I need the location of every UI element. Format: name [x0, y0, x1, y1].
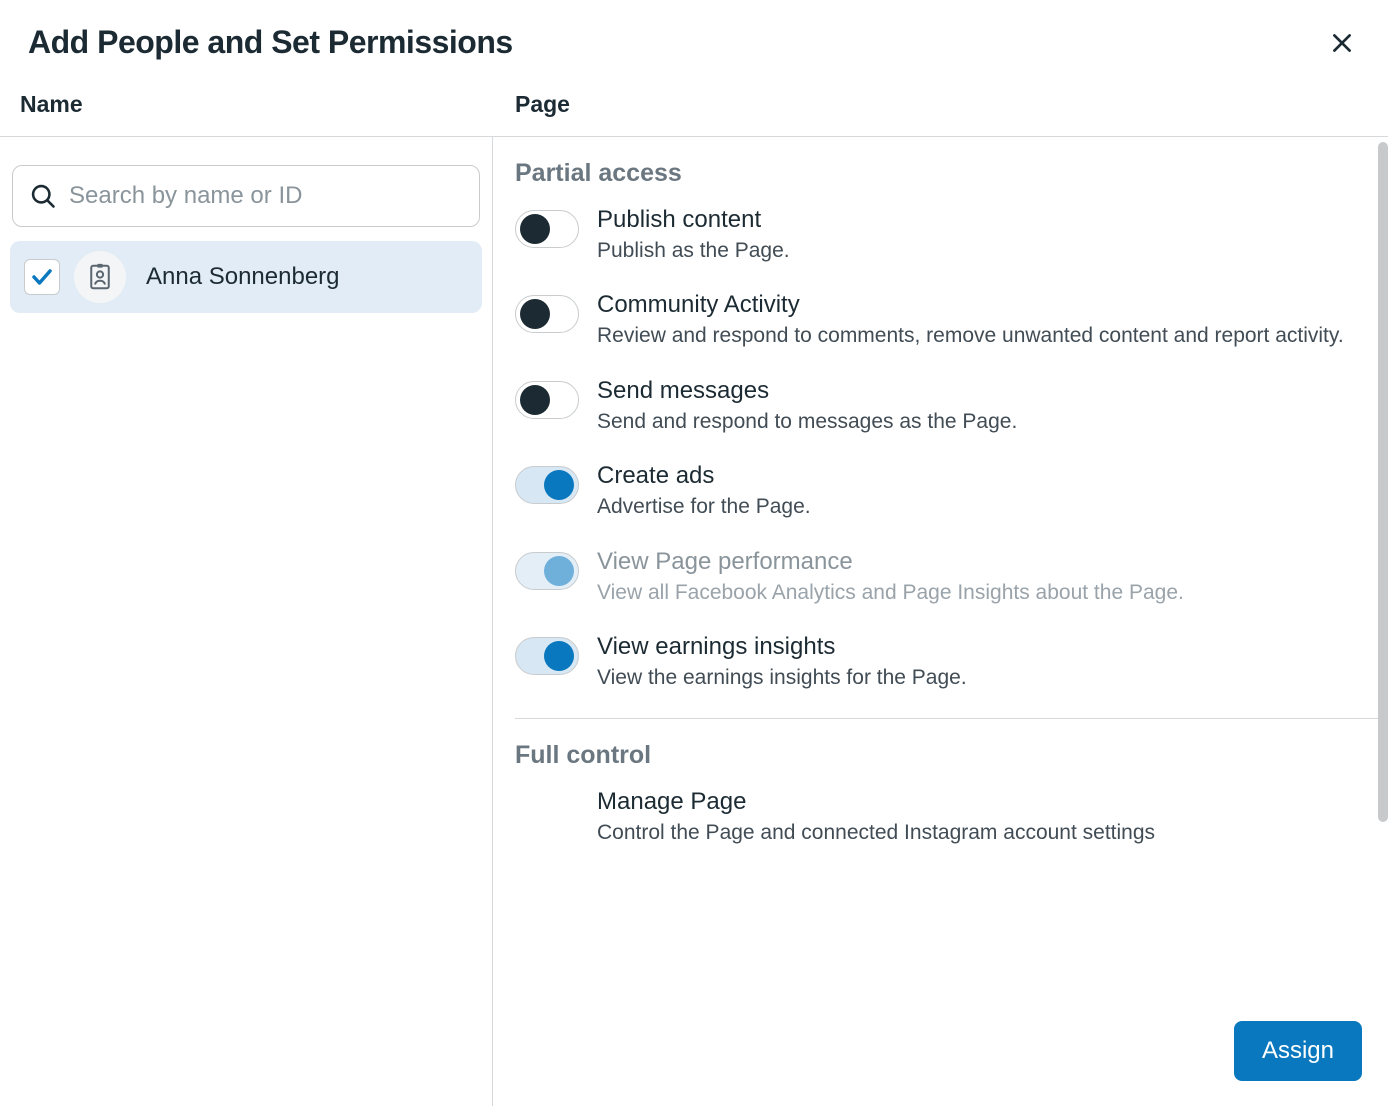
checkmark-icon: [30, 265, 54, 289]
toggle-view-page-performance: [515, 552, 579, 590]
permission-title: View Page performance: [597, 548, 1184, 576]
permission-description: View the earnings insights for the Page.: [597, 663, 967, 692]
permission-view-page-performance: View Page performance View all Facebook …: [515, 548, 1380, 607]
permission-title: View earnings insights: [597, 633, 967, 661]
person-list: Anna Sonnenberg: [10, 241, 482, 313]
scrollbar[interactable]: [1378, 142, 1388, 822]
permission-send-messages: Send messages Send and respond to messag…: [515, 377, 1380, 436]
search-input[interactable]: [69, 182, 463, 210]
close-button[interactable]: [1324, 25, 1360, 61]
section-full-control-title: Full control: [515, 741, 1380, 770]
right-column: Partial access Publish content Publish a…: [493, 137, 1388, 883]
left-column: Anna Sonnenberg: [0, 137, 493, 1106]
person-name: Anna Sonnenberg: [146, 263, 340, 291]
permission-description: View all Facebook Analytics and Page Ins…: [597, 578, 1184, 607]
permission-description: Publish as the Page.: [597, 236, 790, 265]
search-icon: [29, 182, 57, 210]
permission-title: Publish content: [597, 206, 790, 234]
permission-view-earnings-insights: View earnings insights View the earnings…: [515, 633, 1380, 692]
columns-header: Name Page: [0, 79, 1388, 137]
permission-description: Advertise for the Page.: [597, 492, 811, 521]
column-header-name: Name: [0, 79, 493, 136]
toggle-view-earnings-insights[interactable]: [515, 637, 579, 675]
permission-description: Control the Page and connected Instagram…: [597, 818, 1155, 847]
person-checkbox[interactable]: [24, 259, 60, 295]
section-partial-access-title: Partial access: [515, 159, 1380, 188]
toggle-publish-content[interactable]: [515, 210, 579, 248]
person-item[interactable]: Anna Sonnenberg: [10, 241, 482, 313]
toggle-community-activity[interactable]: [515, 295, 579, 333]
search-field-wrap[interactable]: [12, 165, 480, 227]
permission-title: Send messages: [597, 377, 1017, 405]
permission-title: Create ads: [597, 462, 811, 490]
column-header-page: Page: [493, 79, 1388, 136]
dialog-footer: Assign: [1234, 1021, 1362, 1081]
permission-title: Manage Page: [597, 788, 1155, 816]
close-icon: [1329, 30, 1355, 56]
permission-community-activity: Community Activity Review and respond to…: [515, 291, 1380, 350]
permission-publish-content: Publish content Publish as the Page.: [515, 206, 1380, 265]
dialog-header: Add People and Set Permissions: [0, 0, 1388, 79]
toggle-create-ads[interactable]: [515, 466, 579, 504]
dialog-title: Add People and Set Permissions: [28, 24, 513, 61]
permission-description: Review and respond to comments, remove u…: [597, 321, 1344, 350]
section-divider: [515, 718, 1380, 719]
assign-button[interactable]: Assign: [1234, 1021, 1362, 1081]
avatar: [74, 251, 126, 303]
permission-title: Community Activity: [597, 291, 1344, 319]
id-badge-icon: [85, 262, 115, 292]
dialog-body: Anna Sonnenberg Partial access Publish c…: [0, 137, 1388, 1106]
permission-manage-page: Manage Page Control the Page and connect…: [515, 788, 1380, 847]
permission-description: Send and respond to messages as the Page…: [597, 407, 1017, 436]
toggle-send-messages[interactable]: [515, 381, 579, 419]
permission-create-ads: Create ads Advertise for the Page.: [515, 462, 1380, 521]
